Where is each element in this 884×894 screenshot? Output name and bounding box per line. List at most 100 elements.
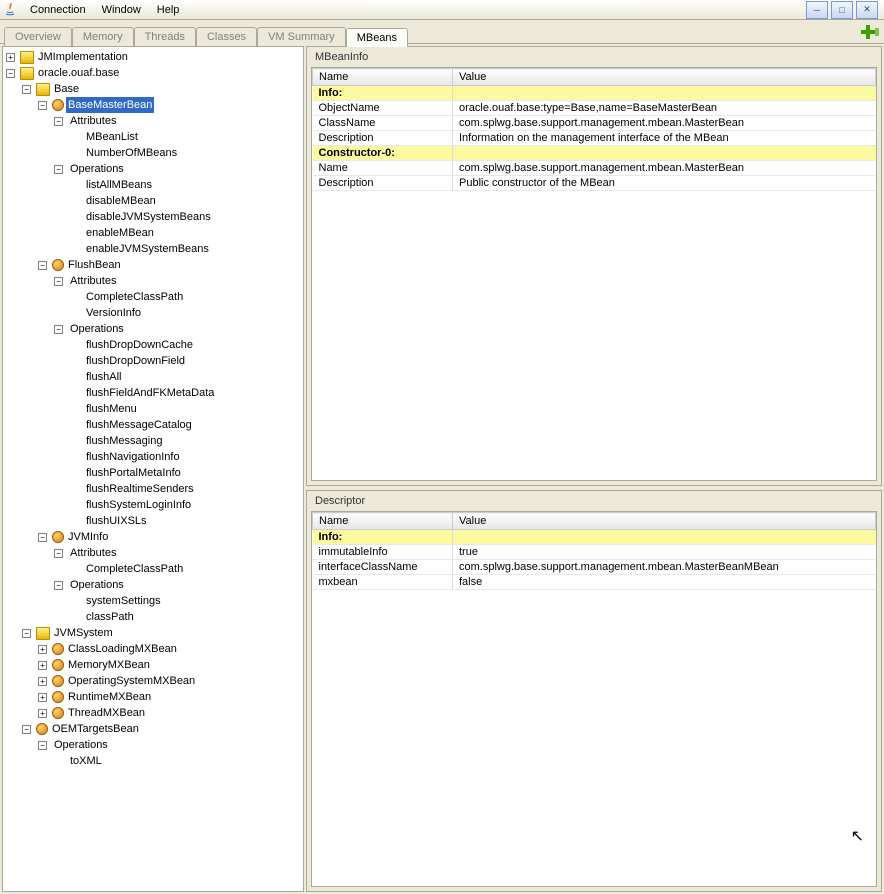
mbean-tree[interactable]: +JMImplementation−oracle.ouaf.base−Base−…	[2, 46, 304, 892]
collapse-icon[interactable]: −	[54, 277, 63, 286]
tree-node[interactable]: disableMBean	[69, 193, 301, 209]
tree-node[interactable]: flushAll	[69, 369, 301, 385]
tree-node[interactable]: +MemoryMXBean	[37, 657, 301, 673]
table-row[interactable]: immutableInfotrue	[313, 545, 876, 560]
tree-node[interactable]: −FlushBean	[37, 257, 301, 273]
tree-node[interactable]: flushDropDownCache	[69, 337, 301, 353]
tree-node[interactable]: flushSystemLoginInfo	[69, 497, 301, 513]
tree-node-label: flushDropDownField	[84, 353, 187, 369]
table-row[interactable]: DescriptionInformation on the management…	[313, 131, 876, 146]
tab-memory[interactable]: Memory	[72, 27, 134, 46]
tree-node[interactable]: CompleteClassPath	[69, 289, 301, 305]
collapse-icon[interactable]: −	[54, 325, 63, 334]
tree-node[interactable]: toXML	[53, 753, 301, 769]
minimize-button[interactable]: ─	[806, 1, 828, 19]
collapse-icon[interactable]: −	[22, 629, 31, 638]
tree-node[interactable]: flushMessaging	[69, 433, 301, 449]
tab-overview[interactable]: Overview	[4, 27, 72, 46]
tree-node[interactable]: −oracle.ouaf.base	[5, 65, 301, 81]
tree-node-label: flushNavigationInfo	[84, 449, 182, 465]
collapse-icon[interactable]: −	[38, 741, 47, 750]
table-row[interactable]: ClassNamecom.splwg.base.support.manageme…	[313, 116, 876, 131]
section-row[interactable]: Info:	[313, 86, 876, 101]
tree-node[interactable]: +ThreadMXBean	[37, 705, 301, 721]
tree-node[interactable]: +JMImplementation	[5, 49, 301, 65]
tab-vm-summary[interactable]: VM Summary	[257, 27, 346, 46]
table-row[interactable]: mxbeanfalse	[313, 575, 876, 590]
tab-classes[interactable]: Classes	[196, 27, 257, 46]
tree-leaf-spacer	[70, 565, 79, 574]
tree-node[interactable]: +RuntimeMXBean	[37, 689, 301, 705]
tree-node[interactable]: −OEMTargetsBean	[21, 721, 301, 737]
tree-node[interactable]: flushMessageCatalog	[69, 417, 301, 433]
section-row[interactable]: Info:	[313, 530, 876, 545]
descriptor-grid[interactable]: Name Value Info:immutableInfotrueinterfa…	[311, 511, 877, 887]
collapse-icon[interactable]: −	[54, 165, 63, 174]
tree-node[interactable]: flushDropDownField	[69, 353, 301, 369]
collapse-icon[interactable]: −	[22, 725, 31, 734]
tree-node[interactable]: systemSettings	[69, 593, 301, 609]
col-name[interactable]: Name	[313, 69, 453, 86]
tree-node[interactable]: MBeanList	[69, 129, 301, 145]
collapse-icon[interactable]: −	[38, 261, 47, 270]
tree-node[interactable]: −BaseMasterBean	[37, 97, 301, 113]
tree-node[interactable]: +OperatingSystemMXBean	[37, 673, 301, 689]
tree-node[interactable]: flushFieldAndFKMetaData	[69, 385, 301, 401]
tab-mbeans[interactable]: MBeans	[346, 28, 408, 47]
tree-node[interactable]: VersionInfo	[69, 305, 301, 321]
tree-node[interactable]: −Attributes	[53, 113, 301, 129]
tree-node[interactable]: −Operations	[53, 161, 301, 177]
tree-node[interactable]: enableJVMSystemBeans	[69, 241, 301, 257]
col-name[interactable]: Name	[313, 513, 453, 530]
expand-icon[interactable]: +	[38, 677, 47, 686]
tree-node[interactable]: flushUIXSLs	[69, 513, 301, 529]
tree-node[interactable]: flushPortalMetaInfo	[69, 465, 301, 481]
menu-connection[interactable]: Connection	[22, 2, 94, 18]
tree-node[interactable]: −Attributes	[53, 545, 301, 561]
expand-icon[interactable]: +	[38, 693, 47, 702]
close-button[interactable]: ✕	[856, 1, 878, 19]
collapse-icon[interactable]: −	[54, 581, 63, 590]
collapse-icon[interactable]: −	[54, 117, 63, 126]
tree-node[interactable]: −Operations	[53, 577, 301, 593]
tree-node[interactable]: NumberOfMBeans	[69, 145, 301, 161]
section-row[interactable]: Constructor-0:	[313, 146, 876, 161]
tree-node[interactable]: −JVMSystem	[21, 625, 301, 641]
collapse-icon[interactable]: −	[22, 85, 31, 94]
tree-node[interactable]: CompleteClassPath	[69, 561, 301, 577]
col-value[interactable]: Value	[453, 69, 876, 86]
tree-node[interactable]: flushMenu	[69, 401, 301, 417]
col-value[interactable]: Value	[453, 513, 876, 530]
tree-node[interactable]: listAllMBeans	[69, 177, 301, 193]
tree-node[interactable]: −Operations	[53, 321, 301, 337]
table-row[interactable]: Namecom.splwg.base.support.management.mb…	[313, 161, 876, 176]
tree-node[interactable]: −JVMInfo	[37, 529, 301, 545]
cell-name: Description	[313, 176, 453, 191]
table-row[interactable]: ObjectNameoracle.ouaf.base:type=Base,nam…	[313, 101, 876, 116]
collapse-icon[interactable]: −	[38, 533, 47, 542]
collapse-icon[interactable]: −	[38, 101, 47, 110]
add-connection-icon[interactable]	[860, 23, 880, 41]
expand-icon[interactable]: +	[38, 645, 47, 654]
tree-node[interactable]: −Base	[21, 81, 301, 97]
tree-node[interactable]: enableMBean	[69, 225, 301, 241]
table-row[interactable]: interfaceClassNamecom.splwg.base.support…	[313, 560, 876, 575]
tree-node[interactable]: flushNavigationInfo	[69, 449, 301, 465]
mbeaninfo-grid[interactable]: Name Value Info:ObjectNameoracle.ouaf.ba…	[311, 67, 877, 481]
tree-node[interactable]: classPath	[69, 609, 301, 625]
collapse-icon[interactable]: −	[54, 549, 63, 558]
tree-node[interactable]: +ClassLoadingMXBean	[37, 641, 301, 657]
expand-icon[interactable]: +	[6, 53, 15, 62]
tree-node[interactable]: flushRealtimeSenders	[69, 481, 301, 497]
menu-help[interactable]: Help	[149, 2, 188, 18]
menu-window[interactable]: Window	[94, 2, 149, 18]
tab-threads[interactable]: Threads	[134, 27, 196, 46]
tree-node[interactable]: disableJVMSystemBeans	[69, 209, 301, 225]
expand-icon[interactable]: +	[38, 709, 47, 718]
tree-node[interactable]: −Operations	[37, 737, 301, 753]
tree-node[interactable]: −Attributes	[53, 273, 301, 289]
collapse-icon[interactable]: −	[6, 69, 15, 78]
table-row[interactable]: DescriptionPublic constructor of the MBe…	[313, 176, 876, 191]
expand-icon[interactable]: +	[38, 661, 47, 670]
maximize-button[interactable]: □	[831, 1, 853, 19]
